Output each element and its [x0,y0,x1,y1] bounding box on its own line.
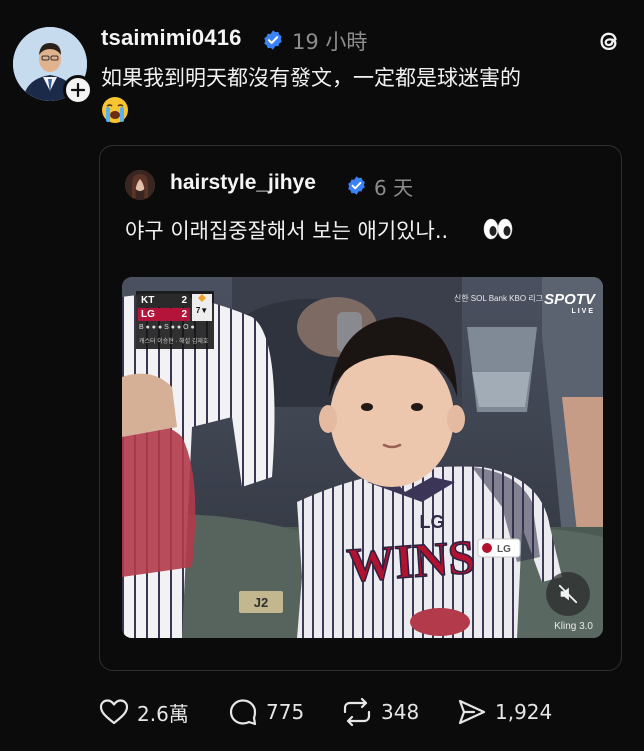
reply-button[interactable]: 775 [228,697,304,727]
follow-plus-icon[interactable] [63,75,93,105]
like-count: 2.6萬 [137,701,189,726]
post-timestamp: 19 小時 [292,30,368,54]
caster-names: 캐스터 이승현 · 해설 김재호 [139,339,209,345]
quoted-post-timestamp: 6 天 [374,176,414,200]
verified-badge-icon [348,176,365,195]
svg-text:LG: LG [497,544,511,555]
home-score: 2 [181,309,187,320]
reply-icon [229,699,257,726]
home-team: LG [141,309,155,320]
verified-badge-icon [264,30,282,50]
jersey-wins-text: WINS [345,531,476,593]
seat-number: J2 [254,595,268,610]
repost-button[interactable]: 348 [341,697,419,727]
threads-logo-icon[interactable] [594,26,624,56]
loudly-crying-face-emoji [102,97,128,123]
like-button[interactable]: 2.6萬 [99,697,189,727]
repost-icon [343,698,371,726]
inning-indicator: 7▼ [192,294,212,321]
threads-post: tsaimimi0416 19 小時 如果我到明天都沒有發文，一定都是球迷害的 … [0,0,644,751]
heart-icon [99,699,129,725]
author-username[interactable]: tsaimimi0416 [101,25,242,51]
author-avatar[interactable] [13,27,93,105]
away-score: 2 [181,295,187,306]
share-icon [458,699,486,725]
ball-strike-count: B ● ● ● S ● ● O ● [139,324,195,331]
quoted-post-text: 야구 이래집중잘해서 보는 애기있나.. [125,219,449,243]
away-team: KT [141,295,155,306]
broadcaster-logo: SPOTV LIVE [544,291,595,315]
share-count: 1,924 [495,700,553,724]
video-player[interactable]: J2 WINS LG LG KT 2 LG 2 7▼ B ● ● ● S ● ●… [122,277,603,638]
share-button[interactable]: 1,924 [457,697,552,727]
quoted-post-card[interactable]: hairstyle_jihye 6 天 야구 이래집중잘해서 보는 애기있나.. [99,145,622,671]
quoted-author-avatar[interactable] [125,170,155,200]
scoreboard-overlay: KT 2 LG 2 7▼ B ● ● ● S ● ● O ● 캐스터 이승현 · 해… [136,291,214,349]
reply-count: 775 [266,700,305,724]
quoted-author-username[interactable]: hairstyle_jihye [170,171,316,195]
post-body-text: 如果我到明天都沒有發文，一定都是球迷害的 [101,66,521,90]
mute-icon [558,584,578,604]
eyes-emoji [483,218,513,240]
league-label: 신한 SOL Bank KBO 리그 [453,294,543,303]
kling-watermark: Kling 3.0 [554,621,593,632]
repost-count: 348 [381,700,420,724]
jersey-lg-text: LG [420,512,445,532]
mute-button[interactable] [546,572,590,616]
